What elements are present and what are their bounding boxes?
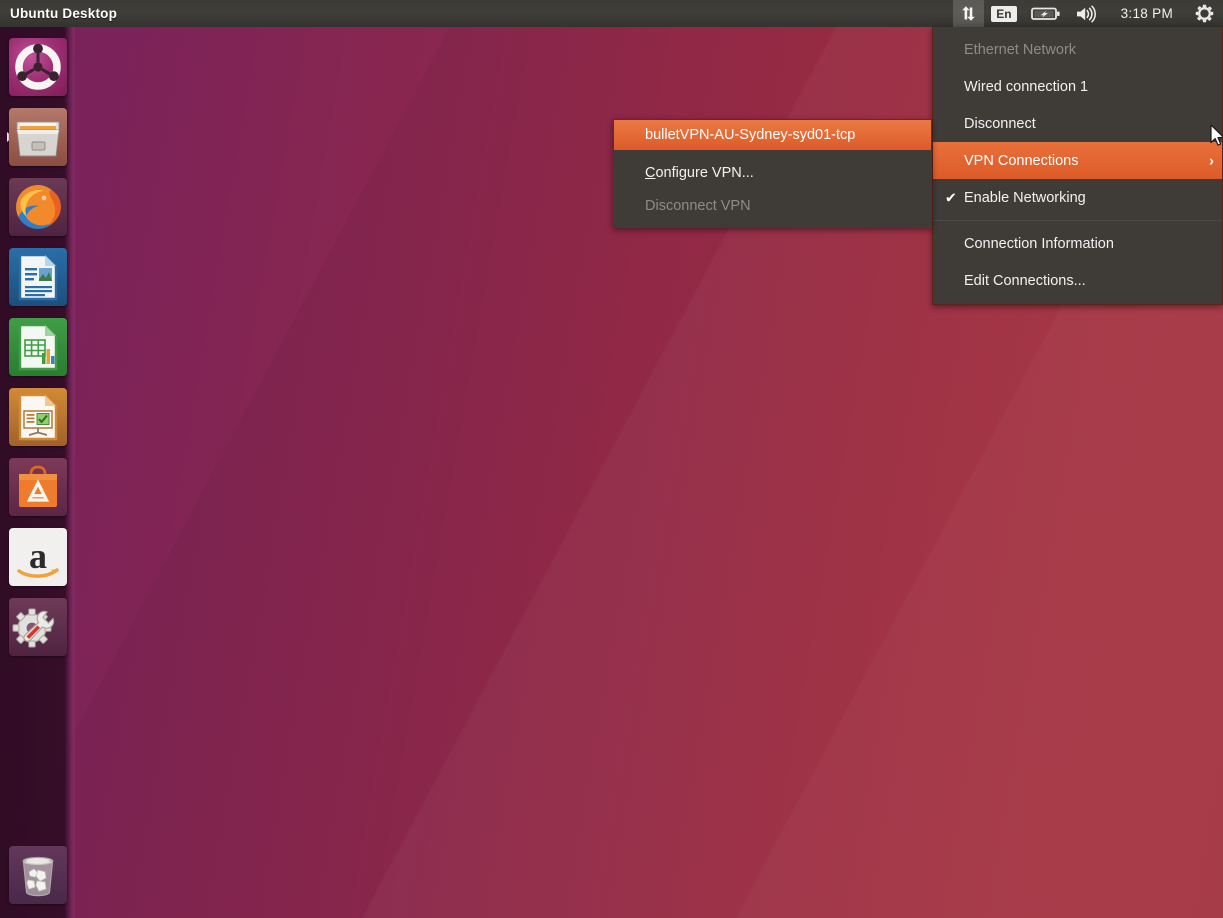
network-updown-arrows-icon — [962, 6, 975, 21]
launcher-item-trash[interactable] — [6, 840, 70, 910]
trash-full-icon — [8, 846, 67, 904]
svg-text:a: a — [29, 536, 47, 576]
presentation-icon — [8, 388, 67, 446]
software-bag-icon — [8, 458, 67, 516]
top-panel: Ubuntu Desktop En 3:18 PM — [0, 0, 1223, 27]
network-indicator[interactable] — [953, 0, 985, 27]
mnemonic-letter: C — [645, 164, 656, 181]
launcher-item-firefox[interactable] — [6, 172, 70, 242]
ubuntu-logo-icon — [8, 38, 67, 96]
launcher-item-files[interactable] — [6, 102, 70, 172]
submenu-item-label: Disconnect VPN — [645, 197, 751, 214]
menu-item-vpn-connections[interactable]: VPN Connections › — [933, 142, 1222, 179]
launcher-item-dash-home[interactable] — [6, 32, 70, 102]
file-manager-icon — [8, 108, 67, 166]
gear-wrench-icon — [8, 598, 67, 656]
unity-launcher: a — [0, 27, 75, 918]
panel-indicator-area: En 3:18 PM — [953, 0, 1223, 27]
submenu-item-label-rest: onfigure VPN... — [655, 164, 754, 181]
document-icon — [8, 248, 67, 306]
firefox-icon — [8, 178, 67, 236]
menu-item-label: Enable Networking — [964, 189, 1086, 206]
session-menu-indicator[interactable] — [1188, 0, 1223, 27]
keyboard-layout-indicator[interactable]: En — [984, 0, 1023, 27]
network-indicator-menu: Ethernet Network Wired connection 1 Disc… — [932, 27, 1223, 305]
submenu-item-label: bulletVPN-AU-Sydney-syd01-tcp — [645, 127, 856, 143]
menu-item-label: Wired connection 1 — [964, 78, 1089, 95]
panel-title: Ubuntu Desktop — [10, 6, 118, 21]
launcher-item-libreoffice-impress[interactable] — [6, 382, 70, 452]
menu-separator — [933, 220, 1222, 221]
checkmark-icon: ✔ — [945, 189, 957, 205]
menu-item-label: VPN Connections — [964, 152, 1079, 169]
launcher-item-libreoffice-writer[interactable] — [6, 242, 70, 312]
submenu-item-bulletvpn-au-sydney[interactable]: bulletVPN-AU-Sydney-syd01-tcp — [614, 120, 931, 150]
menu-item-label: Disconnect — [964, 115, 1036, 132]
launcher-item-libreoffice-calc[interactable] — [6, 312, 70, 382]
menu-item-connection-information[interactable]: Connection Information — [933, 225, 1222, 262]
launcher-item-ubuntu-software[interactable] — [6, 452, 70, 522]
submenu-item-disconnect-vpn: Disconnect VPN — [614, 189, 931, 222]
launcher-item-amazon[interactable]: a — [6, 522, 70, 592]
clock-label: 3:18 PM — [1120, 6, 1173, 21]
menu-item-ethernet-network: Ethernet Network — [933, 31, 1222, 68]
vpn-connections-submenu: bulletVPN-AU-Sydney-syd01-tcp Configure … — [613, 119, 932, 228]
menu-item-edit-connections[interactable]: Edit Connections... — [933, 262, 1222, 299]
menu-item-disconnect[interactable]: Disconnect — [933, 105, 1222, 142]
battery-indicator[interactable] — [1024, 0, 1068, 27]
submenu-item-label: Configure VPN... — [645, 165, 754, 181]
clock-indicator[interactable]: 3:18 PM — [1104, 0, 1188, 27]
menu-item-label: Connection Information — [964, 235, 1114, 252]
menu-item-wired-connection-1[interactable]: Wired connection 1 — [933, 68, 1222, 105]
launcher-item-system-settings[interactable] — [6, 592, 70, 662]
menu-item-enable-networking[interactable]: ✔ Enable Networking — [933, 179, 1222, 216]
submenu-chevron-right-icon: › — [1209, 152, 1214, 169]
spreadsheet-icon — [8, 318, 67, 376]
menu-item-label: Edit Connections... — [964, 272, 1086, 289]
gear-icon — [1195, 4, 1214, 23]
submenu-item-configure-vpn[interactable]: Configure VPN... — [614, 156, 931, 189]
battery-charging-icon — [1030, 7, 1060, 20]
amazon-icon: a — [8, 528, 67, 586]
keyboard-layout-label: En — [991, 5, 1017, 22]
volume-speaker-icon — [1076, 5, 1096, 22]
menu-item-label: Ethernet Network — [964, 41, 1077, 58]
volume-indicator[interactable] — [1068, 0, 1104, 27]
